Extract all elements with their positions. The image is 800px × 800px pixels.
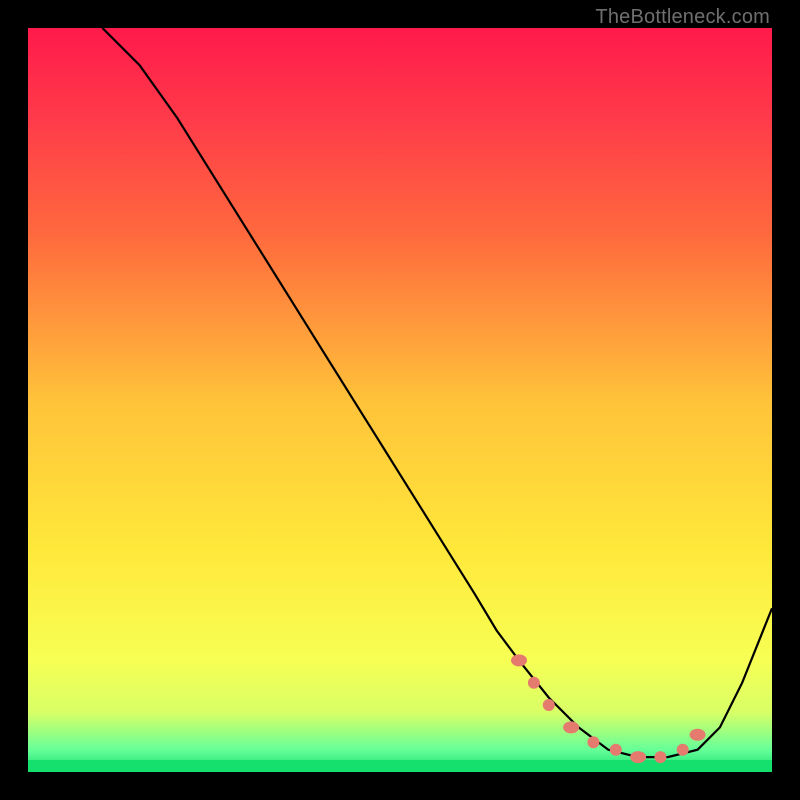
marker-dot [563,721,579,733]
marker-dot [610,744,622,756]
marker-dot [630,751,646,763]
marker-dot [511,654,527,666]
marker-dot [654,751,666,763]
bottleneck-chart [28,28,772,772]
marker-dot [587,736,599,748]
watermark-text: TheBottleneck.com [595,6,770,29]
marker-dot [677,744,689,756]
gradient-background [28,28,772,772]
marker-dot [528,677,540,689]
marker-dot [690,729,706,741]
chart-frame [28,28,772,772]
marker-dot [543,699,555,711]
